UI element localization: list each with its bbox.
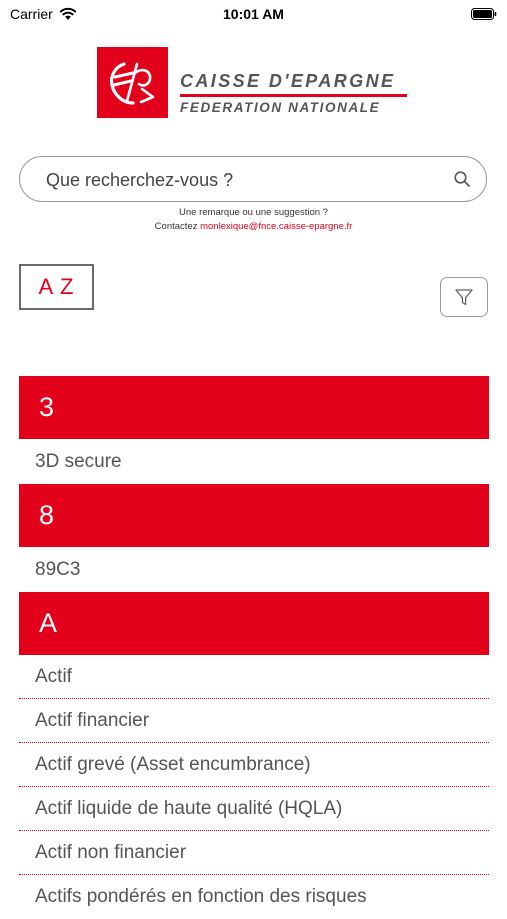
section-header-3: 3 bbox=[19, 376, 489, 439]
feedback-contact: Contactez monlexique@fnce.caisse-epargne… bbox=[0, 221, 507, 232]
clock: 10:01 AM bbox=[223, 6, 284, 22]
section-letter: A bbox=[39, 608, 58, 638]
section-header-a: A bbox=[19, 592, 489, 655]
list-item[interactable]: 89C3 bbox=[19, 547, 489, 592]
alphabetical-sort-button[interactable]: A Z bbox=[19, 264, 94, 310]
status-bar: Carrier 10:01 AM bbox=[0, 0, 507, 28]
feedback-prompt: Une remarque ou une suggestion ? bbox=[179, 207, 328, 218]
contact-email-link[interactable]: monlexique@fnce.caisse-epargne.fr bbox=[200, 221, 352, 232]
search-bar[interactable] bbox=[19, 156, 487, 202]
filter-icon bbox=[455, 289, 473, 306]
search-icon[interactable] bbox=[453, 170, 471, 188]
list-item[interactable]: 3D secure bbox=[19, 439, 489, 484]
brand-logo: CAISSE D'EPARGNE FEDERATION NATIONALE bbox=[97, 47, 417, 119]
brand-underline bbox=[180, 94, 407, 97]
list-item[interactable]: Actif grevé (Asset encumbrance) bbox=[19, 743, 489, 787]
list-item[interactable]: Actif liquide de haute qualité (HQLA) bbox=[19, 787, 489, 831]
filter-button[interactable] bbox=[440, 277, 488, 317]
contact-label: Contactez bbox=[154, 221, 198, 232]
section-letter: 8 bbox=[39, 500, 55, 530]
squirrel-logo-icon bbox=[97, 47, 168, 118]
list-item[interactable]: Actif financier bbox=[19, 699, 489, 743]
section-header-8: 8 bbox=[19, 484, 489, 547]
brand-name: CAISSE D'EPARGNE bbox=[180, 71, 396, 91]
section-letter: 3 bbox=[39, 392, 55, 422]
battery-icon bbox=[471, 8, 497, 20]
list-item[interactable]: Actif bbox=[19, 655, 489, 699]
list-item[interactable]: Actifs pondérés en fonction des risques bbox=[19, 875, 489, 919]
list-item[interactable]: Actif non financier bbox=[19, 831, 489, 875]
brand-subtitle: FEDERATION NATIONALE bbox=[180, 100, 381, 115]
search-input[interactable] bbox=[44, 165, 443, 195]
glossary-list: 3 3D secure 8 89C3 A Actif Actif financi… bbox=[19, 376, 489, 919]
